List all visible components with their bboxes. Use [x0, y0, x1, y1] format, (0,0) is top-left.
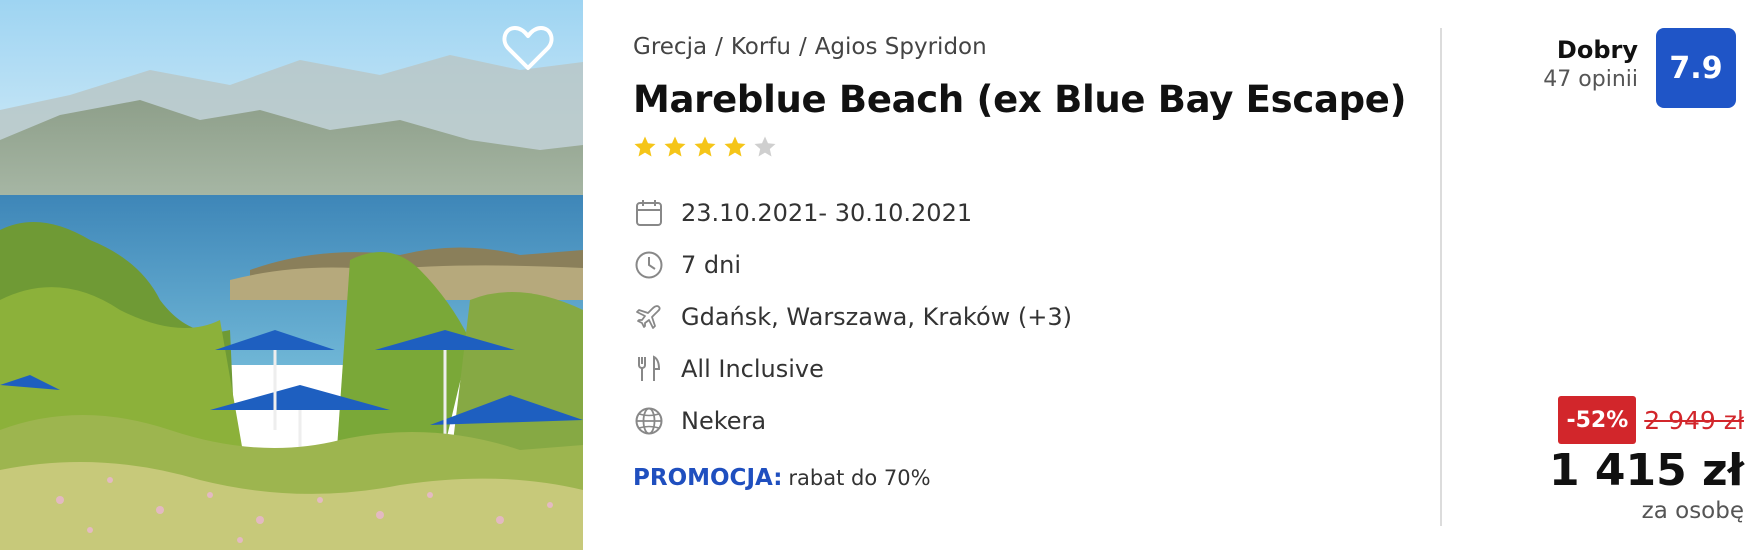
- detail-operator: Nekera: [633, 395, 1433, 447]
- offer-details: 23.10.2021- 30.10.2021 7 dni Gdańsk, War…: [633, 187, 1433, 447]
- detail-duration: 7 dni: [633, 239, 1433, 291]
- star-rating: [633, 135, 1433, 159]
- plane-icon: [633, 301, 665, 333]
- heart-icon: [502, 26, 554, 70]
- favorite-button[interactable]: [502, 24, 554, 72]
- star-empty-icon: [754, 136, 776, 157]
- hotel-name[interactable]: Mareblue Beach (ex Blue Bay Escape): [633, 78, 1433, 121]
- rating-label: Dobry: [1556, 36, 1638, 64]
- clock-icon: [633, 249, 665, 281]
- breadcrumb-country[interactable]: Grecja: [633, 30, 707, 64]
- detail-departures: Gdańsk, Warszawa, Kraków (+3): [633, 291, 1433, 343]
- breadcrumb-separator: /: [715, 34, 723, 60]
- discount-badge: -52%: [1558, 396, 1637, 444]
- star-filled-icon: [664, 136, 686, 157]
- star-filled-icon: [724, 136, 746, 157]
- promo-label: PROMOCJA:: [633, 465, 783, 491]
- detail-dates: 23.10.2021- 30.10.2021: [633, 187, 1433, 239]
- price-per-person: za osobę: [1641, 498, 1744, 524]
- hotel-photo[interactable]: [0, 0, 583, 550]
- star-filled-icon: [694, 136, 716, 157]
- offer-info: Grecja / Korfu / Agios Spyridon Mareblue…: [633, 30, 1433, 491]
- offer-card[interactable]: Grecja / Korfu / Agios Spyridon Mareblue…: [0, 0, 1758, 550]
- current-price[interactable]: 1 415 zł: [1549, 446, 1744, 496]
- detail-duration-text: 7 dni: [681, 251, 742, 279]
- detail-board-text: All Inclusive: [681, 355, 824, 383]
- globe-icon: [633, 405, 665, 437]
- detail-board: All Inclusive: [633, 343, 1433, 395]
- calendar-icon: [633, 197, 665, 229]
- detail-departures-text[interactable]: Gdańsk, Warszawa, Kraków (+3): [681, 303, 1072, 331]
- breadcrumb-region[interactable]: Korfu: [731, 30, 791, 64]
- cutlery-icon: [633, 353, 665, 385]
- price-block: -52% 2 949 zł 1 415 zł za osobę: [1549, 396, 1744, 526]
- rating-score-badge: 7.9: [1656, 28, 1736, 108]
- star-filled-icon: [634, 136, 656, 157]
- old-price: 2 949 zł: [1644, 405, 1744, 435]
- detail-operator-text: Nekera: [681, 407, 767, 435]
- promo: PROMOCJA: rabat do 70%: [633, 465, 1433, 491]
- hotel-photo-illustration: [0, 0, 583, 550]
- breadcrumb: Grecja / Korfu / Agios Spyridon: [633, 30, 1433, 64]
- review-count[interactable]: 47 opinii: [1543, 64, 1638, 96]
- review-rating[interactable]: Dobry 47 opinii 7.9: [1543, 28, 1736, 108]
- price-discount-row: -52% 2 949 zł: [1549, 396, 1744, 444]
- detail-dates-text: 23.10.2021- 30.10.2021: [681, 199, 973, 227]
- promo-text: rabat do 70%: [788, 466, 931, 490]
- breadcrumb-city[interactable]: Agios Spyridon: [815, 30, 987, 64]
- divider: [1440, 28, 1442, 526]
- breadcrumb-separator: /: [798, 34, 807, 60]
- rating-words: Dobry 47 opinii: [1543, 36, 1638, 96]
